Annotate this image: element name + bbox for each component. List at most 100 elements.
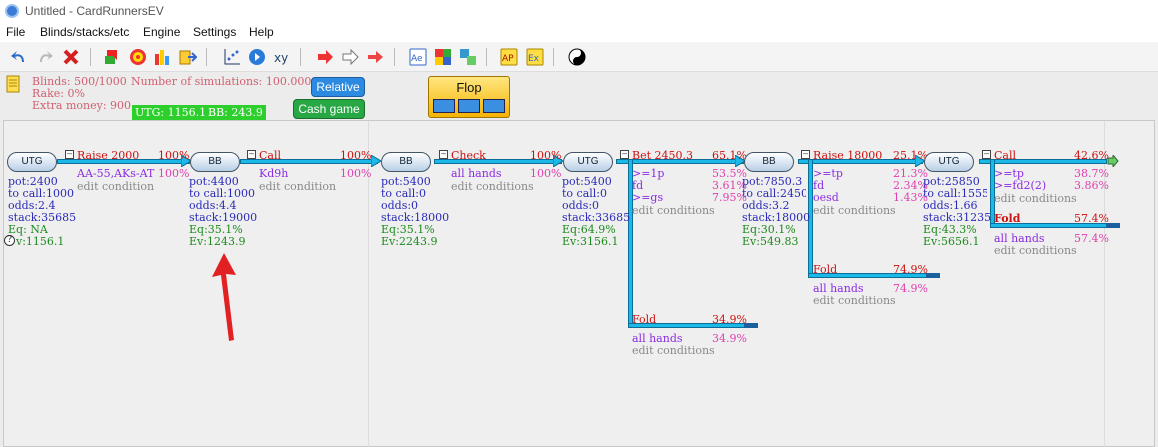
a4f-action[interactable]: Fold [632, 314, 656, 326]
menu-settings[interactable]: Settings [193, 25, 236, 39]
grid-icon[interactable] [434, 48, 452, 66]
play-icon[interactable] [248, 48, 266, 66]
a6f-pct: 57.4% [1074, 212, 1109, 225]
app-icon [5, 4, 19, 18]
relative-button[interactable]: Relative [311, 77, 365, 97]
range-icon[interactable] [459, 48, 477, 66]
a2-range-pct: 100% [340, 167, 372, 180]
export-icon[interactable] [179, 48, 197, 66]
menu-file[interactable]: File [6, 25, 25, 39]
a5f-edit[interactable]: edit conditions [813, 295, 896, 307]
ev-icon[interactable] [103, 48, 121, 66]
a6-pct: 42.6% [1074, 149, 1109, 162]
a6f-action[interactable]: Fold [994, 213, 1020, 225]
a1-pct: 100% [158, 149, 190, 162]
menu-blinds[interactable]: Blinds/stacks/etc [40, 25, 129, 39]
node-bb-5[interactable]: BB [744, 152, 794, 172]
redo-icon[interactable] [36, 48, 54, 66]
a6f-edit[interactable]: edit conditions [994, 245, 1077, 257]
a4f-edit[interactable]: edit conditions [632, 345, 715, 357]
a6-row2-pct: 3.86% [1074, 179, 1109, 192]
a5-row3[interactable]: oesd [813, 192, 839, 204]
a5-action[interactable]: Raise 18000 [813, 150, 882, 162]
a4f-range-pct: 34.9% [712, 332, 747, 345]
a5f-action[interactable]: Fold [813, 264, 837, 276]
node-bb-2[interactable]: BB [190, 152, 240, 172]
a6f-range-pct: 57.4% [1074, 232, 1109, 245]
node-utg-1[interactable]: UTG [7, 152, 57, 172]
svg-text:Ex: Ex [528, 54, 540, 64]
scatter-icon[interactable] [223, 48, 241, 66]
a1-action[interactable]: Raise 2000 [77, 150, 139, 162]
a3-action[interactable]: Check [451, 150, 486, 162]
svg-text:xy: xy [274, 51, 288, 65]
n5-ev: Ev:549.83 [742, 235, 799, 248]
fold-2-end [926, 273, 940, 278]
a4-pct: 65.1% [712, 149, 747, 162]
collapse-a4-icon[interactable]: – [620, 150, 629, 159]
n4-ev: Ev:3156.1 [562, 235, 619, 248]
a1-range[interactable]: AA-55,AKs-AT [77, 168, 154, 180]
simulations-label: Number of simulations: 100.000 [131, 75, 312, 88]
a4-edit[interactable]: edit conditions [632, 205, 715, 217]
yinyang-icon[interactable] [568, 48, 586, 66]
ae-icon[interactable]: Ae [409, 48, 427, 66]
collapse-a2-icon[interactable]: – [247, 150, 256, 159]
delete-icon[interactable] [62, 48, 80, 66]
utg-ev-badge: UTG: 1156.1 [132, 105, 210, 121]
node-utg-6[interactable]: UTG [924, 152, 974, 172]
a3-edit[interactable]: edit conditions [451, 181, 534, 193]
a6-edit[interactable]: edit conditions [994, 193, 1077, 205]
street-label: Flop [456, 80, 482, 95]
svg-text:Ae: Ae [411, 54, 423, 64]
a3-range-pct: 100% [530, 167, 562, 180]
arrow-white-icon[interactable] [341, 48, 359, 66]
bb-ev-badge: BB: 243.9 [205, 105, 266, 121]
a1-edit[interactable]: edit condition [77, 181, 154, 193]
arrow-right-red-icon[interactable] [366, 48, 384, 66]
arrow-red-icon[interactable] [316, 48, 334, 66]
a4-row3[interactable]: >=gs [632, 192, 663, 204]
street-box[interactable]: Flop [428, 76, 510, 118]
a6-action[interactable]: Call [994, 150, 1016, 162]
node-bb-3[interactable]: BB [381, 152, 431, 172]
window-title: Untitled - CardRunnersEV [25, 4, 164, 18]
a2-edit[interactable]: edit condition [259, 181, 336, 193]
ap-icon[interactable]: AP [500, 48, 518, 66]
a6-row2[interactable]: >=fd2(2) [994, 180, 1046, 192]
flop-card-1 [433, 99, 455, 113]
n5-pot: pot:7850.3 [742, 175, 803, 188]
chart-icon[interactable] [154, 48, 172, 66]
collapse-a5-icon[interactable]: – [801, 150, 810, 159]
a3-range[interactable]: all hands [451, 168, 502, 180]
undo-icon[interactable] [10, 48, 28, 66]
a2-action[interactable]: Call [259, 150, 281, 162]
menu-help[interactable]: Help [249, 25, 274, 39]
cash-game-button[interactable]: Cash game [293, 99, 365, 119]
a2-range[interactable]: Kd9h [259, 168, 288, 180]
node-utg-4[interactable]: UTG [563, 152, 613, 172]
notes-icon[interactable] [6, 75, 20, 93]
target-icon[interactable] [129, 48, 147, 66]
a4f-pct: 34.9% [712, 313, 747, 326]
collapse-a1-icon[interactable]: – [65, 150, 74, 159]
n2-ev: Ev:1243.9 [189, 235, 246, 248]
a4-action[interactable]: Bet 2450.3 [632, 150, 693, 162]
ex-icon[interactable]: Ex [526, 48, 544, 66]
annotation-arrow [212, 253, 236, 341]
n6-ev: Ev:5656.1 [923, 235, 980, 248]
xy-icon[interactable]: xy [273, 48, 291, 66]
game-tree-canvas[interactable]: UTG pot:2400 to call:1000 odds:2.4 stack… [3, 120, 1155, 447]
svg-text:AP: AP [502, 54, 514, 64]
info-panel: Blinds: 500/1000 Rake: 0% Extra money: 9… [0, 72, 1158, 121]
help-icon[interactable]: ? [4, 235, 15, 246]
a5-edit[interactable]: edit conditions [813, 205, 896, 217]
collapse-a6-icon[interactable]: – [982, 150, 991, 159]
a5f-pct: 74.9% [893, 263, 928, 276]
collapse-a3-icon[interactable]: – [439, 150, 448, 159]
a2-pct: 100% [340, 149, 372, 162]
menu-engine[interactable]: Engine [143, 25, 180, 39]
arrow-head-2 [371, 155, 381, 167]
n3-ev: Ev:2243.9 [381, 235, 438, 248]
n1-ev: v:1156.1 [16, 235, 65, 248]
